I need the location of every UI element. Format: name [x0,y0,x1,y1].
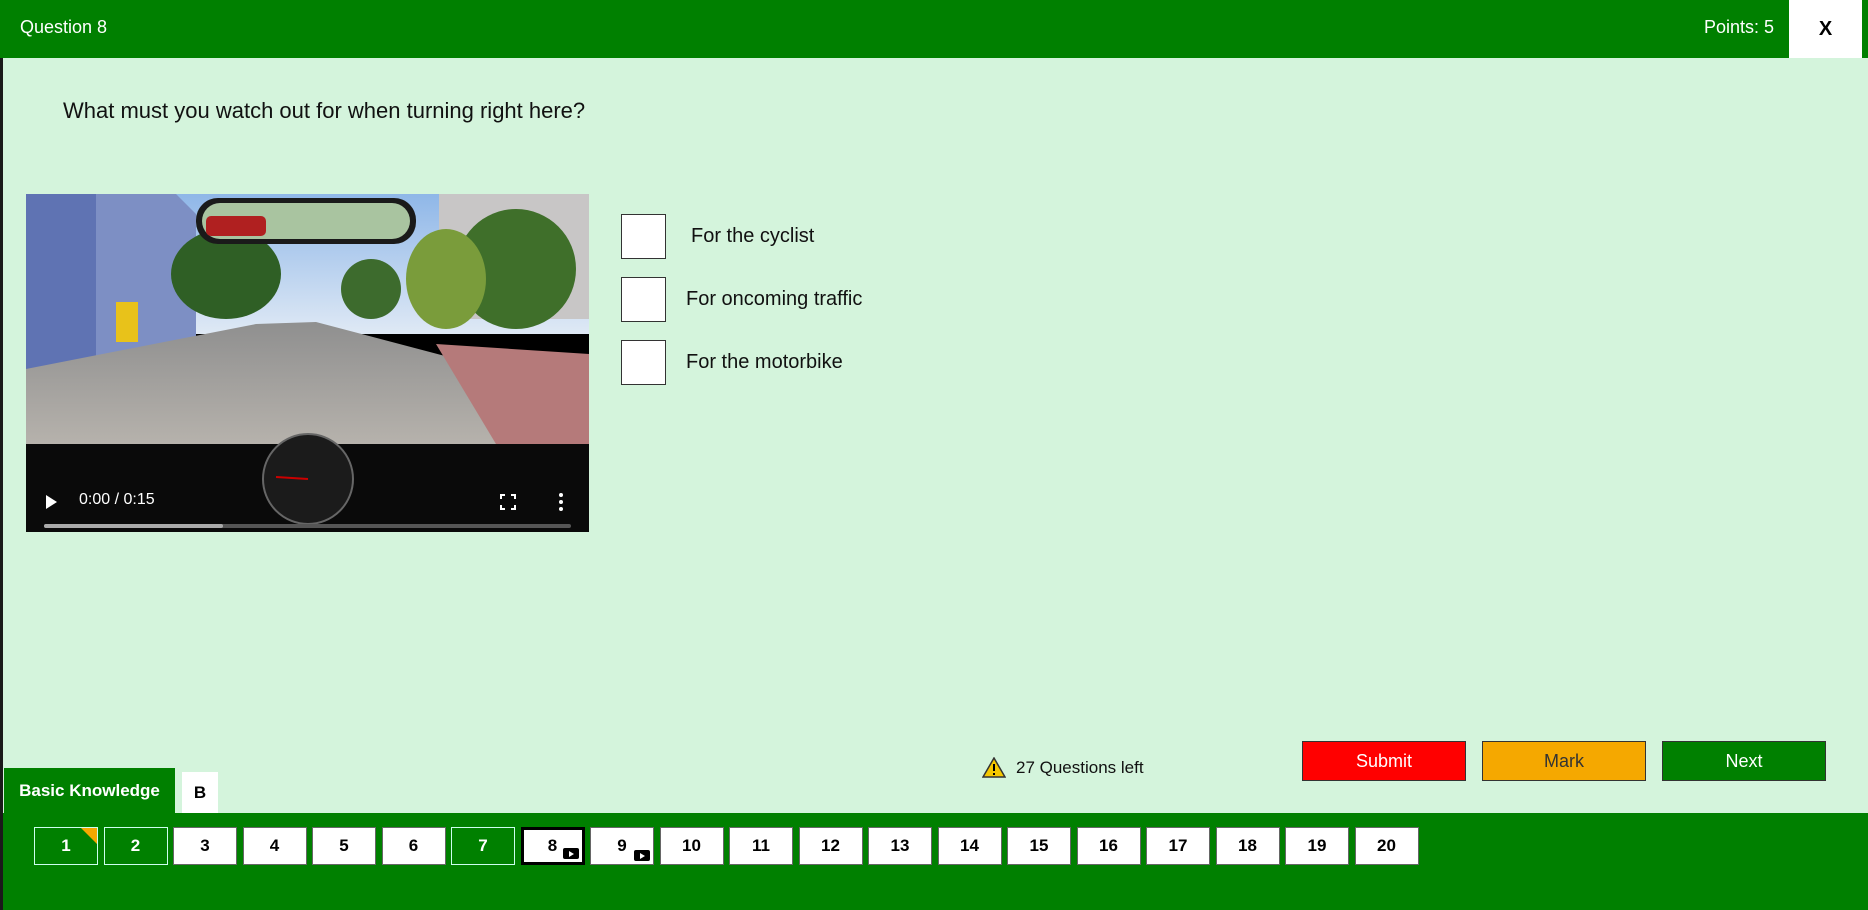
points-label: Points: 5 [1703,17,1774,37]
question-nav-number: 4 [269,836,280,855]
questions-left-text: 27 Questions left [1016,757,1144,777]
question-nav-button[interactable]: 20 [1354,827,1419,865]
question-nav-button[interactable]: 17 [1146,827,1210,865]
answer-option[interactable]: For the cyclist [621,214,814,259]
question-nav-button[interactable]: 15 [1007,827,1071,865]
window-left-border [0,0,3,910]
question-nav-button[interactable]: 7 [451,827,515,865]
question-nav-number: 6 [408,836,419,855]
answer-option[interactable]: For oncoming traffic [621,277,862,322]
video-icon [562,848,579,859]
fullscreen-icon[interactable] [500,494,516,510]
play-icon[interactable] [46,495,57,509]
question-nav-number: 14 [960,836,979,855]
question-nav-button[interactable]: 8 [520,827,585,865]
question-nav-number: 10 [682,836,701,855]
question-nav-number: 15 [1029,836,1049,855]
question-nav-button[interactable]: 11 [729,827,793,865]
answer-checkbox[interactable] [621,277,666,322]
answer-option[interactable]: For the motorbike [621,340,843,385]
question-nav-number: 5 [339,836,349,855]
header-bar: Question 8 Points: 5 X [0,0,1868,58]
mark-button[interactable]: Mark [1482,741,1646,781]
question-nav-number: 17 [1168,836,1188,855]
question-nav-button[interactable]: 1 [34,827,98,865]
question-nav-number: 19 [1307,836,1327,855]
question-nav-number: 9 [617,836,627,855]
warning-icon [982,757,1006,778]
question-nav-number: 18 [1238,836,1257,855]
question-nav-button[interactable]: 6 [381,827,446,865]
video-icon [634,850,650,861]
question-nav-button[interactable]: 4 [242,827,307,865]
question-nav-number: 12 [821,836,840,855]
question-title: Question 8 [20,17,108,37]
question-nav-number: 2 [130,836,141,855]
video-buffer-bar [44,524,224,528]
tab-basic-knowledge[interactable]: Basic Knowledge [4,768,175,813]
submit-button[interactable]: Submit [1302,741,1466,781]
video-controls: 0:00 / 0:15 [26,462,589,532]
question-nav-button[interactable]: 13 [868,827,932,865]
question-nav-button[interactable]: 2 [103,827,168,865]
question-nav-button[interactable]: 12 [798,827,863,865]
question-text: What must you watch out for when turning… [63,98,586,123]
question-nav-button[interactable]: 3 [173,827,237,865]
question-nav-number: 20 [1377,836,1396,855]
questions-left-status: 27 Questions left [982,757,1144,778]
video-time: 0:00 / 0:15 [79,491,155,508]
question-nav-button[interactable]: 9 [590,827,654,865]
tab-class-b[interactable]: B [182,772,218,813]
answer-label: For the motorbike [686,351,843,373]
answer-label: For oncoming traffic [686,288,863,310]
question-nav-button[interactable]: 18 [1215,827,1280,865]
marked-flag-icon [81,828,97,844]
question-nav-number: 3 [200,836,210,855]
question-nav-button[interactable]: 10 [659,827,724,865]
question-nav-number: 8 [547,836,558,855]
video-player[interactable]: 0:00 / 0:15 [26,194,589,532]
question-nav-number: 16 [1099,836,1118,855]
question-nav-number: 11 [752,836,770,855]
more-options-icon[interactable] [558,492,564,512]
answer-label: For the cyclist [691,225,815,247]
question-nav-button[interactable]: 14 [937,827,1002,865]
video-progress-track[interactable] [44,524,571,528]
question-nav-button[interactable]: 16 [1076,827,1141,865]
question-nav-button[interactable]: 19 [1285,827,1349,865]
answer-checkbox[interactable] [621,340,666,385]
next-button[interactable]: Next [1662,741,1826,781]
answer-checkbox[interactable] [621,214,666,259]
question-nav-number: 7 [478,836,488,855]
question-nav-number: 1 [61,836,71,855]
question-nav-number: 13 [890,836,910,855]
close-button[interactable]: X [1789,0,1862,58]
question-nav-button[interactable]: 5 [312,827,376,865]
